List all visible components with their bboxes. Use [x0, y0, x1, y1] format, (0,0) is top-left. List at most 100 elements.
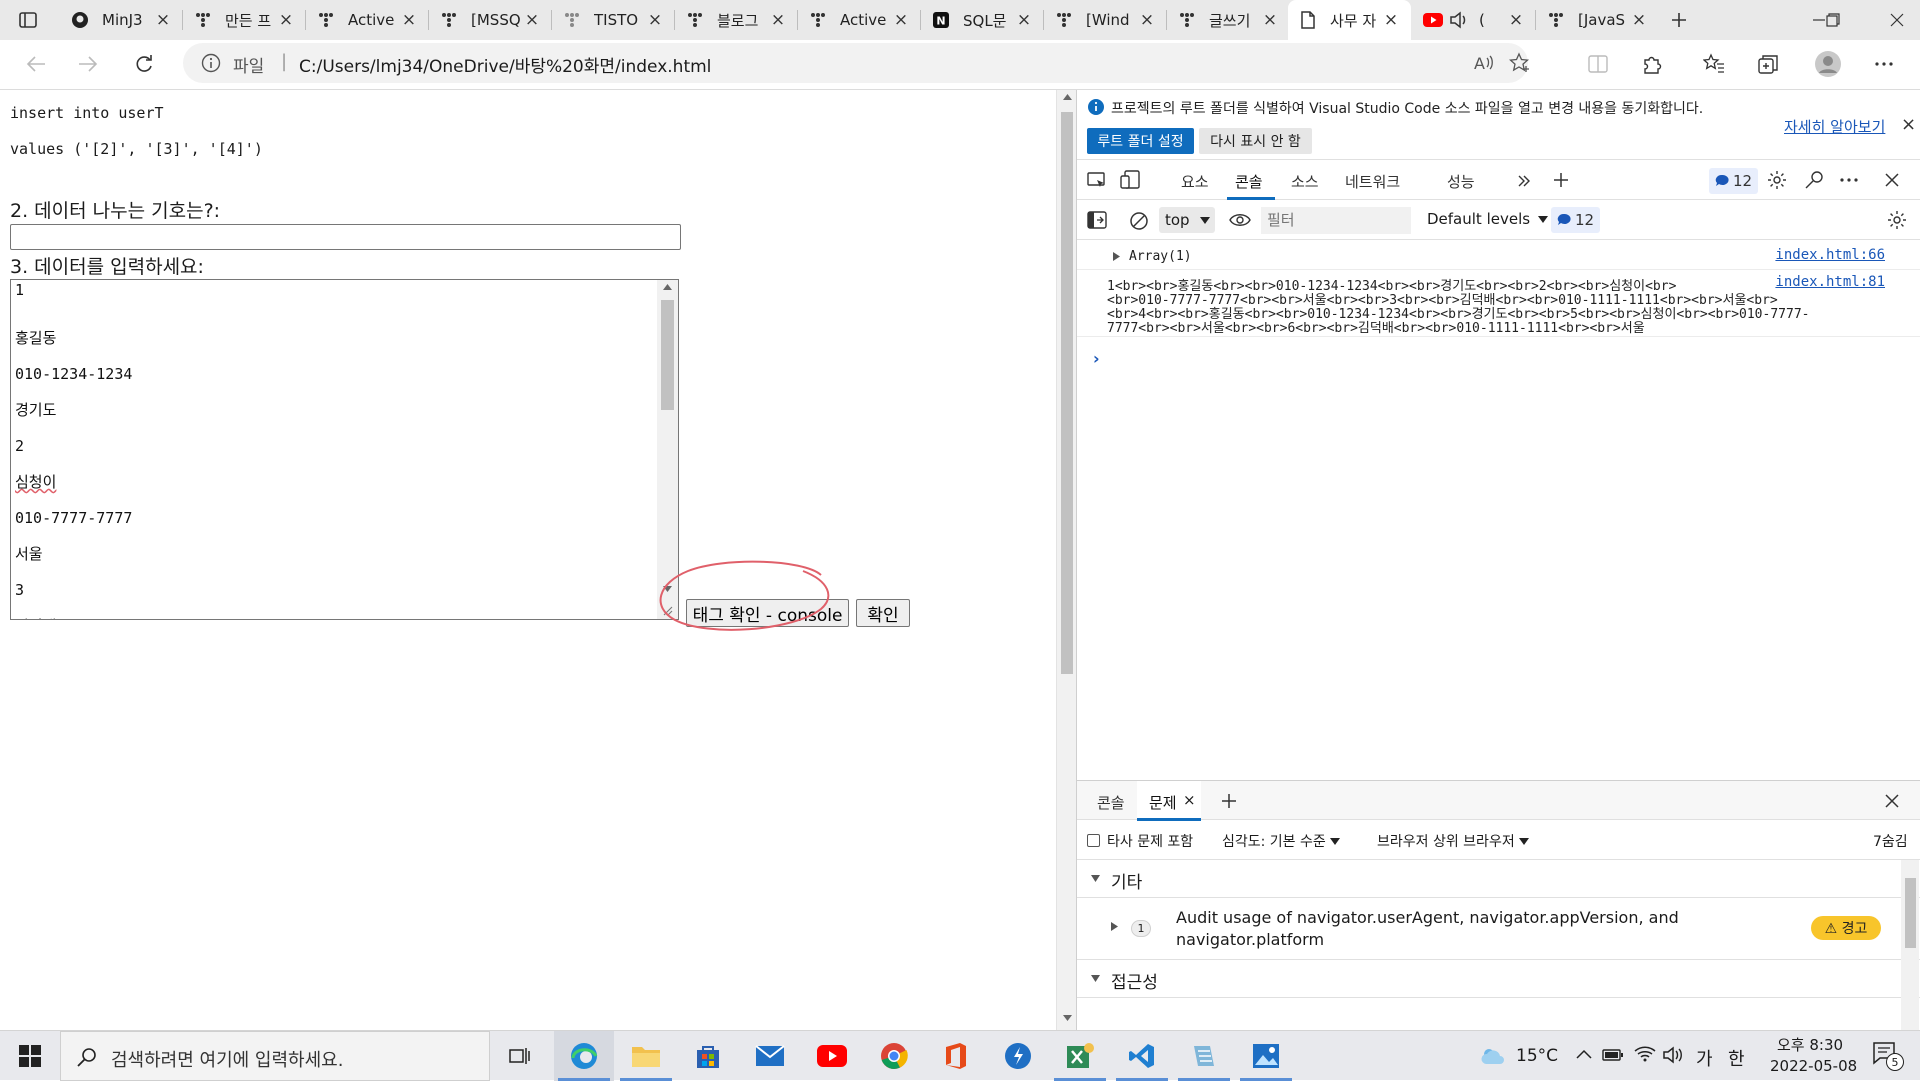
restore-button[interactable]: [1820, 8, 1846, 32]
back-button[interactable]: [20, 48, 52, 80]
console-filter-input[interactable]: [1261, 207, 1411, 234]
tab-close-icon[interactable]: ×: [1629, 10, 1649, 30]
drawer-tab-console[interactable]: 콘솔: [1097, 792, 1125, 813]
live-expression-eye-icon[interactable]: [1229, 212, 1251, 228]
taskbar-search-box[interactable]: 검색하려면 여기에 입력하세요.: [60, 1031, 490, 1081]
severity-dropdown[interactable]: 심각도: 기본 수준: [1222, 831, 1340, 851]
tab-close-icon[interactable]: ×: [276, 10, 296, 30]
tab-3[interactable]: [MSSQ ×: [429, 0, 552, 40]
extensions-button[interactable]: [1636, 48, 1668, 80]
third-party-checkbox[interactable]: [1087, 834, 1100, 847]
tab-9[interactable]: 글쓰기 ×: [1167, 0, 1290, 40]
weather-temperature[interactable]: 15°C: [1516, 1046, 1558, 1066]
context-selector[interactable]: top: [1159, 207, 1215, 233]
tab-close-icon[interactable]: ×: [1137, 10, 1157, 30]
learn-more-link[interactable]: 자세히 알아보기: [1784, 116, 1885, 137]
tab-6[interactable]: Active ×: [798, 0, 921, 40]
settings-more-button[interactable]: [1868, 48, 1900, 80]
tab-performance[interactable]: 성능: [1447, 171, 1475, 192]
tab-8[interactable]: [Wind ×: [1044, 0, 1167, 40]
inspect-element-icon[interactable]: [1087, 171, 1107, 191]
taskbar-youtube[interactable]: [802, 1031, 862, 1081]
tab-12[interactable]: [JavaS ×: [1536, 0, 1659, 40]
tab-close-icon[interactable]: ×: [153, 10, 173, 30]
console-source-link[interactable]: index.html:66: [1775, 247, 1885, 263]
page-scrollbar[interactable]: [1056, 90, 1076, 1030]
info-bar-close-icon[interactable]: ×: [1901, 114, 1916, 135]
profile-button[interactable]: [1812, 48, 1844, 80]
tab-10-active[interactable]: 사무 자 ×: [1288, 0, 1411, 40]
start-button[interactable]: [0, 1031, 60, 1081]
close-window-button[interactable]: [1884, 8, 1910, 32]
tab-close-icon[interactable]: ×: [1506, 10, 1526, 30]
favorite-add-icon[interactable]: [1509, 52, 1531, 74]
delimiter-input[interactable]: [10, 224, 681, 250]
tab-4[interactable]: TISTO ×: [552, 0, 675, 40]
taskbar-app-blue[interactable]: [988, 1031, 1048, 1081]
tab-close-icon[interactable]: ×: [768, 10, 788, 30]
speaker-icon[interactable]: [1449, 10, 1469, 30]
wifi-icon[interactable]: [1634, 1045, 1656, 1063]
tab-close-icon[interactable]: ×: [1381, 10, 1401, 30]
tab-7[interactable]: N SQL문 ×: [921, 0, 1044, 40]
expand-triangle-icon[interactable]: [1111, 922, 1118, 931]
taskbar-mail[interactable]: [740, 1031, 800, 1081]
tab-elements[interactable]: 요소: [1181, 171, 1209, 192]
volume-icon[interactable]: [1662, 1046, 1684, 1064]
tab-close-icon[interactable]: ×: [1014, 10, 1034, 30]
clock-time[interactable]: 오후 8:30: [1777, 1034, 1843, 1055]
address-bar[interactable]: 파일 | C:/Users/lmj34/OneDrive/바탕%20화면/ind…: [183, 43, 1531, 83]
clear-console-icon[interactable]: [1129, 211, 1149, 231]
issue-group-accessibility[interactable]: 접근성: [1077, 960, 1920, 998]
drawer-scroll-thumb[interactable]: [1905, 878, 1916, 948]
console-prompt[interactable]: ›: [1093, 349, 1100, 368]
device-emulation-icon[interactable]: [1120, 170, 1142, 190]
info-icon[interactable]: [201, 53, 221, 73]
taskbar-vscode[interactable]: [1112, 1031, 1172, 1081]
devtools-settings-gear-icon[interactable]: [1767, 170, 1787, 190]
taskbar-excel-tool[interactable]: [1050, 1031, 1110, 1081]
page-scroll-up-icon[interactable]: [1063, 94, 1072, 100]
issue-row[interactable]: 1 Audit usage of navigator.userAgent, na…: [1077, 898, 1920, 960]
expand-triangle-icon[interactable]: [1113, 252, 1120, 261]
battery-icon[interactable]: [1602, 1047, 1624, 1063]
notification-center-button[interactable]: 5: [1872, 1041, 1906, 1071]
issue-group-other[interactable]: 기타: [1077, 860, 1920, 898]
tab-0[interactable]: MinJ3 ×: [60, 0, 183, 40]
refresh-button[interactable]: [128, 48, 160, 80]
tab-close-icon[interactable]: ×: [1260, 10, 1280, 30]
set-root-folder-button[interactable]: 루트 폴더 설정: [1087, 128, 1194, 154]
taskbar-notepad[interactable]: [1174, 1031, 1234, 1081]
tab-11[interactable]: ( ×: [1413, 0, 1536, 40]
tab-actions-button[interactable]: [14, 8, 42, 32]
page-scroll-thumb[interactable]: [1061, 112, 1073, 674]
drawer-close-icon[interactable]: [1885, 794, 1899, 808]
tab-network[interactable]: 네트워크: [1345, 171, 1400, 192]
ime-mode-indicator[interactable]: 가: [1696, 1045, 1713, 1071]
drawer-add-tab-icon[interactable]: [1221, 793, 1237, 809]
taskbar-office[interactable]: [926, 1031, 986, 1081]
taskbar-photos[interactable]: [1236, 1031, 1296, 1081]
drawer-tab-issues[interactable]: 문제 ×: [1137, 781, 1201, 821]
tab-1[interactable]: 만든 프 ×: [183, 0, 306, 40]
tab-close-icon[interactable]: ×: [399, 10, 419, 30]
tab-close-icon[interactable]: ×: [891, 10, 911, 30]
collapse-triangle-icon[interactable]: [1091, 975, 1100, 982]
console-source-link[interactable]: index.html:81: [1775, 274, 1885, 290]
sidebar-toggle-icon[interactable]: [1087, 211, 1107, 229]
ime-language-indicator[interactable]: 한: [1728, 1045, 1745, 1071]
connect-device-icon[interactable]: [1804, 170, 1824, 190]
url-text[interactable]: C:/Users/lmj34/OneDrive/바탕%20화면/index.ht…: [299, 52, 711, 77]
read-aloud-icon[interactable]: A: [1473, 53, 1495, 73]
taskbar-chrome[interactable]: [864, 1031, 924, 1081]
weather-cloud-icon[interactable]: [1480, 1046, 1506, 1066]
data-textarea[interactable]: 1 홍길동 010-1234-1234 경기도 2 심청이 010-7777-7777 서울 3…: [10, 279, 679, 620]
tab-close-icon[interactable]: ×: [522, 10, 542, 30]
devtools-close-icon[interactable]: [1885, 173, 1899, 187]
taskbar-file-explorer[interactable]: [616, 1031, 676, 1081]
split-screen-button[interactable]: [1582, 48, 1614, 80]
taskbar-store[interactable]: [678, 1031, 738, 1081]
collections-button[interactable]: [1752, 48, 1784, 80]
add-tab-plus-icon[interactable]: [1553, 172, 1569, 188]
tab-2[interactable]: Active ×: [306, 0, 429, 40]
